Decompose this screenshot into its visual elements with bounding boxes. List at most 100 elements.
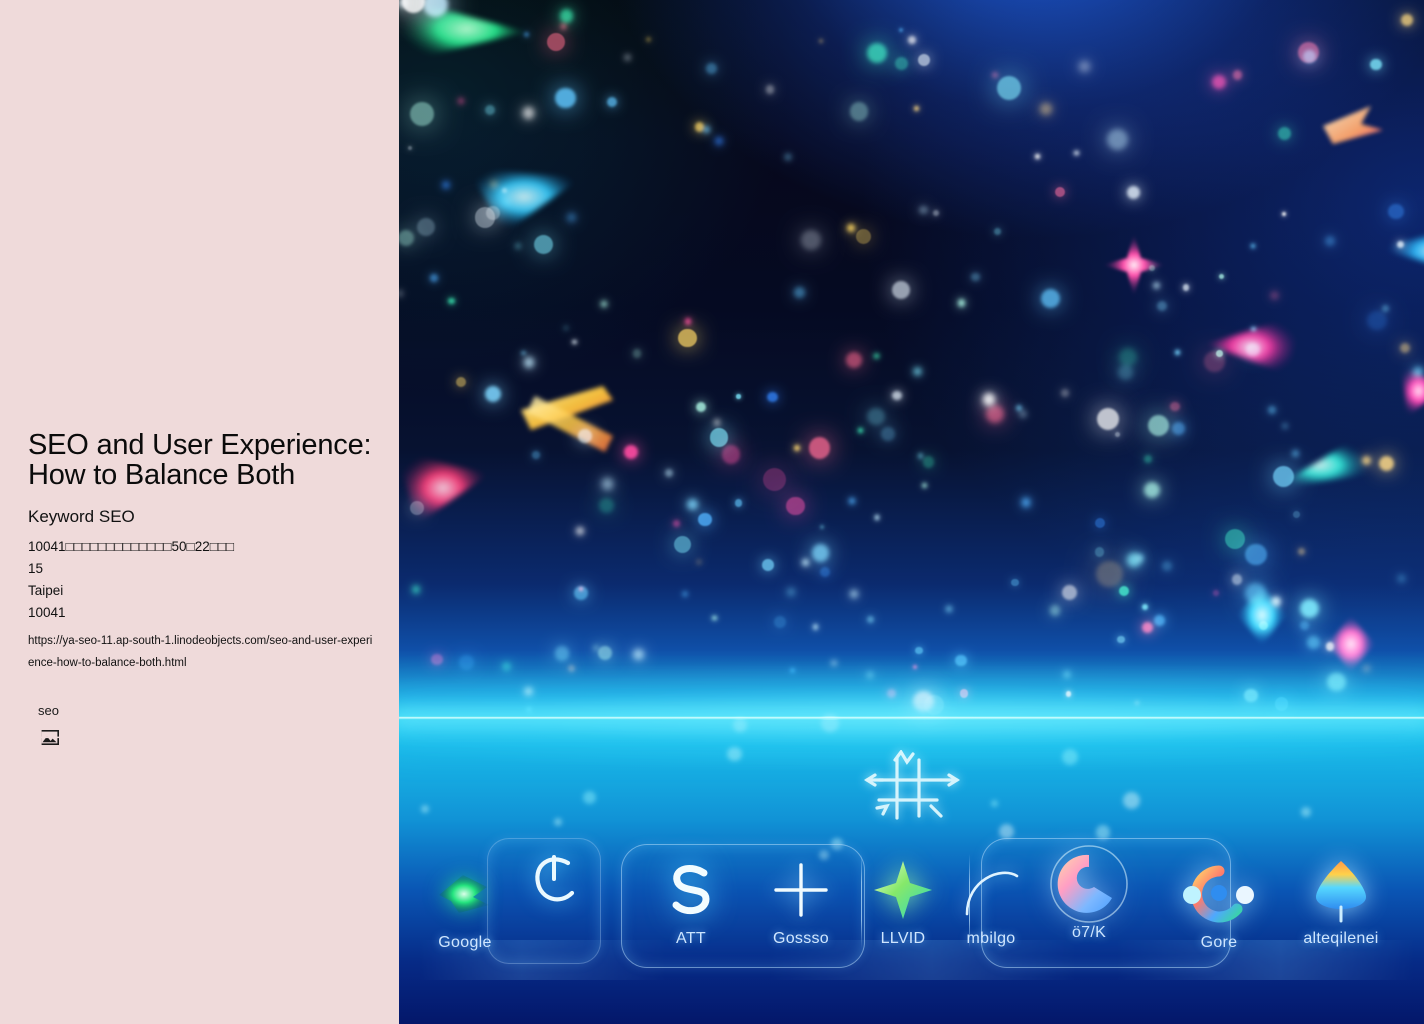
bokeh-dot xyxy=(1170,401,1180,412)
source-url[interactable]: https://ya-seo-11.ap-south-1.linodeobjec… xyxy=(28,630,373,674)
bokeh-dot xyxy=(485,386,502,403)
bokeh-dot xyxy=(576,527,584,535)
bokeh-dot xyxy=(1049,605,1061,616)
bokeh-dot xyxy=(793,286,806,299)
bokeh-dot xyxy=(555,87,576,109)
bokeh-dot xyxy=(1106,129,1128,151)
bokeh-dot xyxy=(564,325,569,331)
bokeh-dot xyxy=(1142,603,1149,610)
dock-item-mbilgo[interactable]: mbilgo xyxy=(939,854,1043,948)
bokeh-dot xyxy=(982,392,996,406)
bokeh-dot xyxy=(736,394,741,399)
bokeh-dot xyxy=(761,559,774,571)
bokeh-dot xyxy=(559,9,573,23)
bokeh-dot xyxy=(1061,389,1070,398)
bokeh-dot xyxy=(881,427,895,441)
bokeh-dot xyxy=(892,281,911,300)
bokeh-dot xyxy=(801,559,809,567)
bokeh-dot xyxy=(443,182,450,189)
bokeh-dot xyxy=(845,352,862,369)
bokeh-dot xyxy=(1096,561,1123,588)
bokeh-dot xyxy=(898,28,903,33)
bokeh-dot xyxy=(1122,792,1140,809)
bokeh-dot xyxy=(698,512,712,527)
bokeh-dot xyxy=(1301,807,1311,817)
bokeh-dot xyxy=(858,427,864,433)
bokeh-dot xyxy=(1397,575,1406,583)
bokeh-dot xyxy=(714,136,723,145)
bokeh-dot xyxy=(785,154,790,159)
bokeh-dot xyxy=(1245,543,1267,566)
bokeh-dot xyxy=(1144,455,1152,464)
bokeh-dot xyxy=(850,590,858,598)
dock-item-att[interactable]: ATT xyxy=(639,854,743,948)
bokeh-dot xyxy=(1127,185,1141,199)
bokeh-dot xyxy=(919,205,928,215)
bokeh-dot xyxy=(1079,61,1090,72)
bokeh-dot xyxy=(1117,635,1125,644)
address-line: 10041□□□□□□□□□□□□□50□22□□□ xyxy=(28,539,235,554)
dock-label-google: Google xyxy=(438,934,492,951)
bokeh-dot xyxy=(915,646,923,654)
dock-item-alteqilenei[interactable]: alteqilenei xyxy=(1289,854,1393,948)
dock-label-gore: Gore xyxy=(1200,934,1238,951)
bokeh-dot xyxy=(994,228,1002,236)
bokeh-dot xyxy=(456,376,467,388)
bokeh-dot xyxy=(696,402,707,412)
bokeh-dot xyxy=(1156,300,1168,312)
bokeh-dot xyxy=(1054,187,1065,197)
chrome-c-icon xyxy=(1037,845,1141,923)
bokeh-dot xyxy=(1232,70,1243,81)
dock-item-gore[interactable]: Gore xyxy=(1167,858,1271,952)
bokeh-dot xyxy=(703,126,711,134)
dock-item-gossso[interactable]: Gossso xyxy=(749,854,853,948)
bokeh-dot xyxy=(932,209,939,217)
bokeh-dot xyxy=(1182,284,1190,291)
bokeh-dot xyxy=(458,98,465,104)
bokeh-dot xyxy=(485,104,495,115)
bokeh-dot xyxy=(914,368,922,376)
bokeh-dot xyxy=(572,339,577,345)
bokeh-dot xyxy=(673,520,681,527)
bokeh-dot xyxy=(554,646,570,661)
bokeh-dot xyxy=(553,817,562,827)
bokeh-dot xyxy=(1039,102,1052,115)
dock-item-neon-c[interactable] xyxy=(503,848,607,924)
dock-label-mbilgo: mbilgo xyxy=(966,930,1016,947)
bokeh-dot xyxy=(408,146,413,151)
bokeh-dot xyxy=(1114,431,1120,437)
bokeh-dot xyxy=(1388,203,1404,220)
bokeh-dot xyxy=(674,536,692,554)
bokeh-dot xyxy=(721,445,740,464)
bokeh-dot xyxy=(800,229,821,250)
bokeh-dot xyxy=(1324,236,1335,247)
bokeh-dot xyxy=(848,498,855,505)
bokeh-dot xyxy=(713,419,720,426)
bokeh-dot xyxy=(547,32,566,51)
bokeh-dot xyxy=(811,544,830,562)
bokeh-dot xyxy=(416,217,436,236)
bokeh-dot xyxy=(892,390,902,401)
bokeh-dot xyxy=(598,645,613,660)
shard-red-triangle-left xyxy=(399,440,501,530)
address-city: Taipei xyxy=(28,583,64,598)
bokeh-dot xyxy=(430,274,438,282)
bokeh-dot xyxy=(1097,407,1120,430)
bokeh-dot xyxy=(521,350,526,356)
bokeh-dot xyxy=(1137,554,1143,561)
dock-item-google[interactable]: Google xyxy=(413,858,517,952)
bokeh-dot xyxy=(1224,529,1245,550)
bokeh-dot xyxy=(866,616,874,623)
bokeh-dot xyxy=(1094,546,1105,557)
bokeh-dot xyxy=(765,84,775,94)
bokeh-dot xyxy=(523,357,535,368)
dock-item-chrome[interactable]: ö7/K xyxy=(1037,845,1141,942)
bokeh-dot xyxy=(712,615,717,621)
bokeh-dot xyxy=(1040,289,1060,309)
bokeh-dot xyxy=(874,515,880,521)
bokeh-dot xyxy=(1154,614,1165,626)
bokeh-dot xyxy=(1147,414,1169,436)
bokeh-dot xyxy=(600,301,607,308)
bokeh-dot xyxy=(923,456,935,468)
bokeh-dot xyxy=(1034,154,1040,160)
